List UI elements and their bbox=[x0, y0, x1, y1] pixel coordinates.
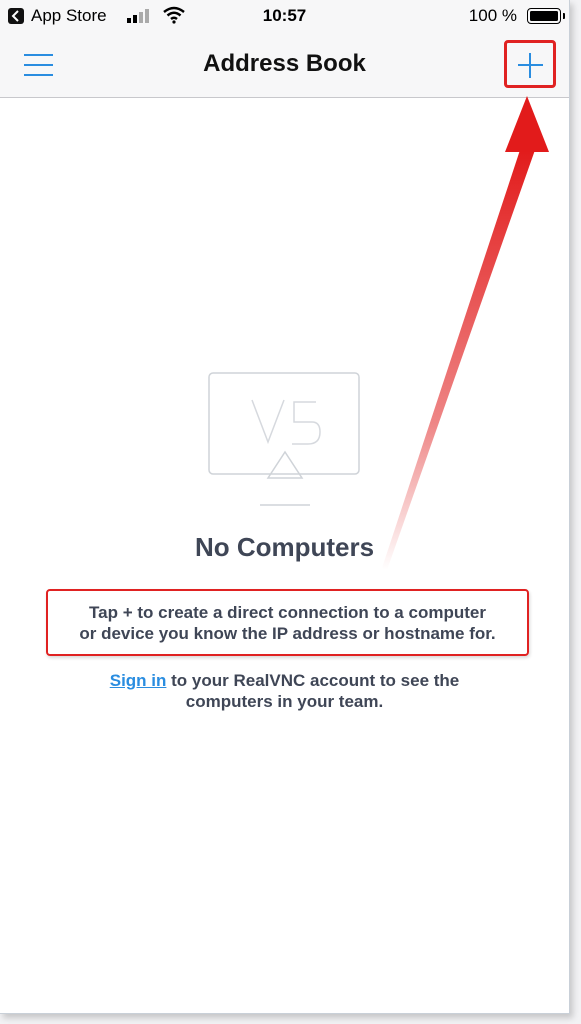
signin-message: Sign in to your RealVNC account to see t… bbox=[0, 670, 569, 712]
phone-screen: App Store 10:57 100 % Address Book No Co… bbox=[0, 0, 570, 1014]
page-title: Address Book bbox=[203, 50, 366, 77]
add-computer-button[interactable] bbox=[504, 40, 556, 88]
hint-callout: Tap + to create a direct connection to a… bbox=[46, 589, 529, 656]
empty-state-title: No Computers bbox=[194, 532, 375, 562]
navigation-bar: Address Book bbox=[0, 34, 569, 98]
hint-line-2: or device you know the IP address or hos… bbox=[79, 623, 496, 643]
vnc-monitor-icon bbox=[208, 372, 360, 506]
sign-in-link[interactable]: Sign in bbox=[110, 671, 167, 690]
signin-line-2: computers in your team. bbox=[185, 692, 384, 711]
status-bar: App Store 10:57 100 % bbox=[0, 0, 569, 34]
signin-rest-line-1: to your RealVNC account to see the bbox=[166, 671, 460, 690]
battery-icon bbox=[527, 8, 565, 24]
hint-line-1: Tap + to create a direct connection to a… bbox=[89, 602, 486, 622]
hint-text: Tap + to create a direct connection to a… bbox=[58, 602, 518, 644]
battery-percentage: 100 % bbox=[468, 6, 517, 25]
